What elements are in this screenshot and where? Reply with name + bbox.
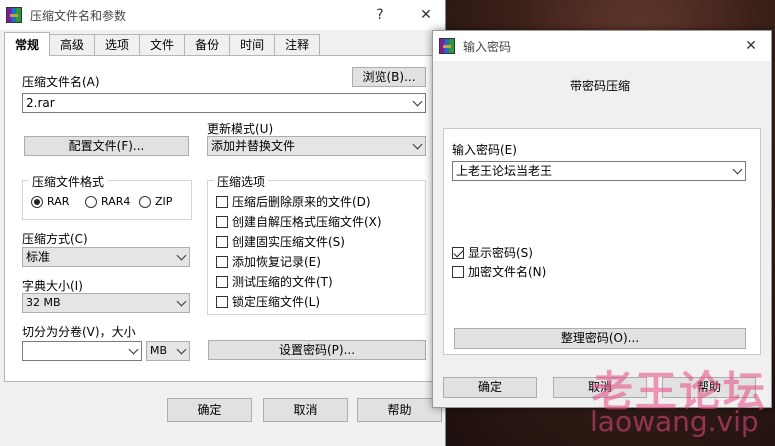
update-mode-select[interactable]: 添加并替换文件 bbox=[207, 136, 426, 156]
checkbox-checked-icon bbox=[452, 246, 464, 259]
main-dialog-title: 压缩文件名和参数 bbox=[30, 8, 127, 23]
radio-unselected-icon bbox=[85, 195, 97, 208]
checkbox-icon bbox=[452, 265, 464, 278]
split-volumes-label: 切分为分卷(V)，大小 bbox=[22, 325, 136, 339]
radio-selected-icon bbox=[31, 195, 43, 208]
option-lock-archive[interactable]: 锁定压缩文件(L) bbox=[216, 293, 320, 310]
split-unit-select[interactable]: MB bbox=[146, 341, 190, 361]
archive-options-title: 压缩选项 bbox=[214, 173, 269, 190]
checkbox-icon bbox=[216, 215, 228, 228]
checkbox-icon bbox=[216, 295, 228, 308]
password-help-button[interactable]: 帮助 bbox=[662, 377, 756, 398]
organize-passwords-button[interactable]: 整理密码(O)... bbox=[454, 328, 746, 349]
browse-button[interactable]: 浏览(B)... bbox=[352, 67, 426, 87]
tab-advanced[interactable]: 高级 bbox=[49, 34, 96, 56]
option-test-files-label: 测试压缩的文件(T) bbox=[232, 275, 333, 289]
unit-chevron-down-icon[interactable] bbox=[176, 344, 187, 355]
tab-files[interactable]: 文件 bbox=[139, 34, 186, 56]
format-radio-rar[interactable]: RAR bbox=[31, 195, 69, 208]
option-delete-after[interactable]: 压缩后删除原来的文件(D) bbox=[216, 193, 371, 210]
password-ok-button[interactable]: 确定 bbox=[443, 377, 537, 398]
winrar-app-icon bbox=[6, 7, 22, 23]
split-chevron-down-icon[interactable] bbox=[128, 344, 139, 355]
compression-method-label: 压缩方式(C) bbox=[22, 232, 88, 246]
main-cancel-button[interactable]: 取消 bbox=[263, 398, 348, 422]
general-tab-panel: 压缩文件名(A) 浏览(B)... 2.rar 配置文件(F)... 更新模式(… bbox=[4, 55, 440, 382]
password-chevron-down-icon[interactable] bbox=[732, 164, 743, 175]
main-help-button[interactable]: 帮助 bbox=[357, 398, 442, 422]
archive-name-chevron-down-icon[interactable] bbox=[412, 96, 423, 107]
split-unit-value: MB bbox=[150, 344, 168, 357]
tab-time[interactable]: 时间 bbox=[229, 34, 276, 56]
password-panel: 输入密码(E) 上老王论坛当老王 显示密码(S) 加密文件名(N) 整理密码(O… bbox=[443, 128, 761, 355]
tab-general[interactable]: 常规 bbox=[4, 32, 51, 56]
tab-comment[interactable]: 注释 bbox=[274, 34, 321, 56]
option-create-sfx-label: 创建自解压格式压缩文件(X) bbox=[232, 215, 382, 229]
dictionary-size-select[interactable]: 32 MB bbox=[22, 293, 190, 313]
dictionary-size-label: 字典大小(I) bbox=[22, 279, 83, 293]
dictionary-size-value: 32 MB bbox=[26, 296, 61, 309]
winrar-app-icon bbox=[439, 38, 455, 54]
main-close-icon[interactable]: ✕ bbox=[406, 0, 446, 30]
option-solid-archive[interactable]: 创建固实压缩文件(S) bbox=[216, 233, 345, 250]
option-lock-archive-label: 锁定压缩文件(L) bbox=[232, 295, 321, 309]
encrypt-file-names-checkbox[interactable]: 加密文件名(N) bbox=[452, 263, 546, 280]
option-test-files[interactable]: 测试压缩的文件(T) bbox=[216, 273, 333, 290]
format-radio-rar4[interactable]: RAR4 bbox=[85, 195, 130, 208]
compression-method-select[interactable]: 标准 bbox=[22, 247, 190, 267]
set-password-button[interactable]: 设置密码(P)... bbox=[208, 340, 426, 360]
archive-name-and-parameters-dialog: 压缩文件名和参数 ? ✕ 常规 高级 选项 文件 备份 时间 注释 压缩文件名(… bbox=[0, 0, 446, 446]
help-mark-icon[interactable]: ? bbox=[360, 0, 400, 30]
archive-options-group: 压缩选项 压缩后删除原来的文件(D) 创建自解压格式压缩文件(X) 创建固实压缩… bbox=[207, 173, 426, 315]
format-zip-label: ZIP bbox=[155, 195, 173, 208]
tab-options[interactable]: 选项 bbox=[94, 34, 141, 56]
encrypt-file-names-label: 加密文件名(N) bbox=[468, 265, 547, 279]
checkbox-icon bbox=[216, 275, 228, 288]
archive-name-value: 2.rar bbox=[26, 96, 55, 110]
enter-password-dialog: 输入密码 ✕ 带密码压缩 输入密码(E) 上老王论坛当老王 显示密码(S) 加密… bbox=[432, 30, 772, 408]
option-recovery-record-label: 添加恢复记录(E) bbox=[232, 255, 321, 269]
option-recovery-record[interactable]: 添加恢复记录(E) bbox=[216, 253, 321, 270]
archive-format-title: 压缩文件格式 bbox=[29, 173, 108, 190]
archive-format-group: 压缩文件格式 RAR RAR4 ZIP bbox=[22, 173, 192, 220]
archive-name-input[interactable]: 2.rar bbox=[22, 93, 426, 113]
tab-backup[interactable]: 备份 bbox=[184, 34, 231, 56]
show-password-checkbox[interactable]: 显示密码(S) bbox=[452, 244, 533, 261]
format-rar4-label: RAR4 bbox=[101, 195, 131, 208]
radio-unselected-icon bbox=[139, 195, 151, 208]
tab-strip: 常规 高级 选项 文件 备份 时间 注释 bbox=[4, 32, 321, 56]
dict-chevron-down-icon[interactable] bbox=[176, 296, 187, 307]
password-dialog-title: 输入密码 bbox=[463, 39, 512, 54]
password-close-icon[interactable]: ✕ bbox=[731, 31, 771, 61]
option-create-sfx[interactable]: 创建自解压格式压缩文件(X) bbox=[216, 213, 382, 230]
main-title-bar[interactable]: 压缩文件名和参数 ? ✕ bbox=[0, 0, 445, 30]
show-password-label: 显示密码(S) bbox=[468, 246, 533, 260]
method-chevron-down-icon[interactable] bbox=[176, 250, 187, 261]
checkbox-icon bbox=[216, 255, 228, 268]
split-size-input[interactable] bbox=[22, 341, 142, 361]
archive-name-label: 压缩文件名(A) bbox=[22, 75, 100, 89]
enter-password-label: 输入密码(E) bbox=[452, 143, 517, 157]
compression-method-value: 标准 bbox=[26, 250, 51, 264]
update-mode-chevron-down-icon[interactable] bbox=[412, 139, 423, 150]
format-radio-zip[interactable]: ZIP bbox=[139, 195, 172, 208]
checkbox-icon bbox=[216, 195, 228, 208]
main-ok-button[interactable]: 确定 bbox=[167, 398, 252, 422]
profiles-button[interactable]: 配置文件(F)... bbox=[24, 136, 189, 156]
password-cancel-button[interactable]: 取消 bbox=[553, 377, 647, 398]
password-input[interactable]: 上老王论坛当老王 bbox=[452, 161, 746, 181]
format-rar-label: RAR bbox=[47, 195, 70, 208]
checkbox-icon bbox=[216, 235, 228, 248]
update-mode-label: 更新模式(U) bbox=[207, 122, 274, 136]
password-title-bar[interactable]: 输入密码 ✕ bbox=[433, 31, 771, 61]
password-value: 上老王论坛当老王 bbox=[456, 164, 553, 178]
password-heading: 带密码压缩 bbox=[570, 79, 631, 93]
option-solid-archive-label: 创建固实压缩文件(S) bbox=[232, 235, 345, 249]
option-delete-after-label: 压缩后删除原来的文件(D) bbox=[232, 195, 371, 209]
update-mode-value: 添加并替换文件 bbox=[211, 139, 296, 153]
